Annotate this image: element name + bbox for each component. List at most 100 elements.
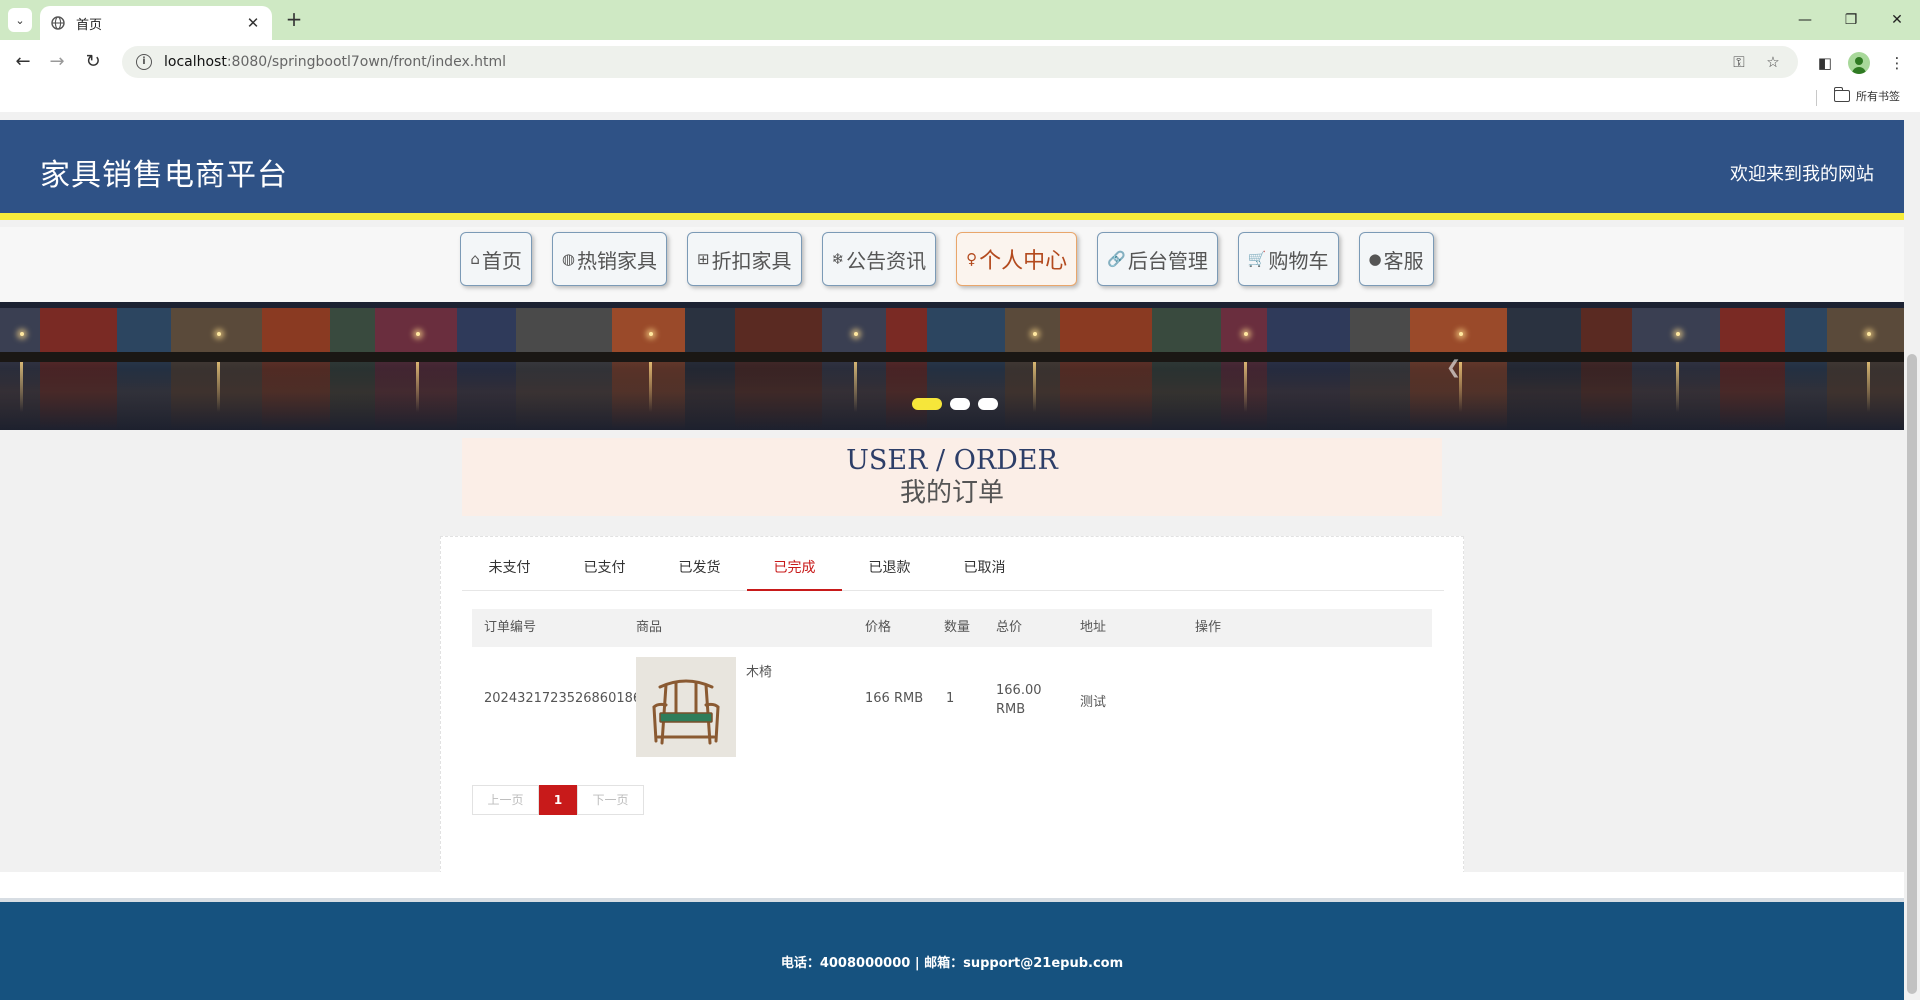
back-button[interactable]: ← xyxy=(10,50,36,74)
carousel-dot[interactable] xyxy=(978,398,998,410)
nav-item-7[interactable]: ● 客服 xyxy=(1358,232,1434,286)
banner-light xyxy=(1866,332,1871,336)
close-icon: ✕ xyxy=(1891,12,1903,28)
prev-page-button[interactable]: 上一页 xyxy=(472,785,539,815)
nav-item-0[interactable]: ⌂ 首页 xyxy=(460,232,532,286)
address-bar[interactable]: i localhost:8080/springbootl7own/front/i… xyxy=(122,46,1798,78)
product-thumbnail[interactable] xyxy=(636,657,736,757)
banner-house xyxy=(1005,308,1060,354)
banner-house xyxy=(1581,308,1632,354)
reload-button[interactable]: ↻ xyxy=(80,50,106,74)
banner-house xyxy=(1152,308,1221,354)
nav-item-5[interactable]: 🔗 后台管理 xyxy=(1097,232,1218,286)
banner-house xyxy=(735,308,822,354)
banner-light-reflection xyxy=(216,362,220,412)
forward-button[interactable]: → xyxy=(44,50,70,74)
next-page-button[interactable]: 下一页 xyxy=(577,785,644,815)
banner-house xyxy=(822,308,886,354)
total-unit: RMB xyxy=(996,702,1026,717)
banner-light-reflection xyxy=(1244,362,1247,412)
banner-light-reflection xyxy=(1676,362,1679,412)
bookmarks-bar: 所有书签 xyxy=(0,84,1920,112)
banner-house xyxy=(1785,308,1827,354)
order-tab-0[interactable]: 未支付 xyxy=(462,545,557,591)
tab-title: 首页 xyxy=(76,17,103,33)
nav-label: 客服 xyxy=(1383,248,1424,273)
browser-toolbar: ← → ↻ i localhost:8080/springbootl7own/f… xyxy=(0,40,1920,84)
minimize-button[interactable]: — xyxy=(1790,8,1820,32)
banner-house xyxy=(171,308,262,354)
banner-light-reflection xyxy=(416,362,419,412)
tab-search-button[interactable]: ⌄ xyxy=(8,8,32,32)
section-header: USER / ORDER 我的订单 xyxy=(462,438,1442,516)
banner-house xyxy=(1221,308,1267,354)
page-viewport: 家具销售电商平台 欢迎来到我的网站 ⌂ 首页 ◍ 热销家具 ⊞ 折扣家具 ❄ 公告资讯 ♀ 个人中… xyxy=(0,112,1904,1000)
star-icon[interactable]: ☆ xyxy=(1762,51,1784,73)
nav-item-6[interactable]: 🛒 购物车 xyxy=(1237,232,1339,286)
banner-light xyxy=(1676,332,1680,336)
snowflake-icon: ❄ xyxy=(831,250,845,268)
banner-reflection xyxy=(1720,360,1785,430)
banner-light xyxy=(20,332,24,336)
page-scrollbar[interactable] xyxy=(1904,112,1920,1000)
banner-house xyxy=(1060,308,1152,354)
side-panel-icon[interactable]: ◧ xyxy=(1814,52,1836,74)
all-bookmarks-button[interactable]: 所有书签 xyxy=(1833,87,1900,104)
folder-icon xyxy=(1833,87,1850,102)
banner-house xyxy=(1267,308,1350,354)
banner-house xyxy=(886,308,927,354)
banner-house xyxy=(1410,308,1507,354)
banner-reflection xyxy=(40,360,117,430)
order-number: 20243217235268601866 xyxy=(484,691,650,706)
close-window-button[interactable]: ✕ xyxy=(1882,8,1912,32)
order-tab-5[interactable]: 已取消 xyxy=(937,545,1032,591)
banner-light xyxy=(648,332,653,336)
total-value: 166.00 RMB xyxy=(996,681,1042,719)
banner-house xyxy=(1350,308,1410,354)
site-footer: 电话：4008000000 | 邮箱：support@21epub.com xyxy=(0,898,1904,1000)
grid-icon: ⊞ xyxy=(696,250,710,268)
banner-reflection xyxy=(1785,360,1827,430)
browser-tab-bar: ⌄ 首页 ✕ + — ❐ ✕ xyxy=(0,0,1920,40)
nav-label: 折扣家具 xyxy=(711,248,792,273)
banner-reflection xyxy=(1060,360,1152,430)
product-name: 木椅 xyxy=(746,665,773,680)
current-page-button[interactable]: 1 xyxy=(539,785,577,815)
site-welcome: 欢迎来到我的网站 xyxy=(1730,164,1874,185)
banner-house xyxy=(1720,308,1785,354)
url-text[interactable]: localhost:8080/springbootl7own/front/ind… xyxy=(164,54,1716,70)
carousel-dot[interactable] xyxy=(912,398,942,410)
new-tab-button[interactable]: + xyxy=(282,8,306,32)
banner-light-reflection xyxy=(1866,362,1870,412)
menu-icon[interactable]: ⋮ xyxy=(1886,52,1908,74)
close-icon[interactable]: ✕ xyxy=(244,14,262,32)
banner-house xyxy=(457,308,516,354)
banner-light-reflection xyxy=(648,362,652,412)
nav-label: 首页 xyxy=(481,248,522,273)
banner-house xyxy=(685,308,735,354)
banner-house xyxy=(375,308,457,354)
nav-item-1[interactable]: ◍ 热销家具 xyxy=(551,232,667,286)
info-icon[interactable]: i xyxy=(136,54,152,70)
all-bookmarks-label: 所有书签 xyxy=(1856,90,1900,103)
nav-item-2[interactable]: ⊞ 折扣家具 xyxy=(686,232,802,286)
nav-item-4[interactable]: ♀ 个人中心 xyxy=(956,232,1078,286)
banner-house xyxy=(40,308,117,354)
order-tab-4[interactable]: 已退款 xyxy=(842,545,937,591)
banner-house xyxy=(1632,308,1720,354)
nav-item-3[interactable]: ❄ 公告资讯 xyxy=(821,232,937,286)
carousel-dot[interactable] xyxy=(950,398,970,410)
avatar[interactable] xyxy=(1848,52,1870,74)
banner-reflection xyxy=(685,360,735,430)
restore-button[interactable]: ❐ xyxy=(1836,8,1866,32)
order-tab-2[interactable]: 已发货 xyxy=(652,545,747,591)
link-icon: 🔗 xyxy=(1107,250,1126,268)
order-tab-3[interactable]: 已完成 xyxy=(747,545,842,591)
scrollbar-thumb[interactable] xyxy=(1907,354,1917,994)
banner-reflection xyxy=(886,360,927,430)
order-tab-1[interactable]: 已支付 xyxy=(557,545,652,591)
cart-icon: 🛒 xyxy=(1247,250,1267,268)
user-icon: ♀ xyxy=(966,250,978,268)
key-icon[interactable]: ⚿ xyxy=(1728,51,1750,73)
browser-tab[interactable]: 首页 ✕ xyxy=(40,6,272,40)
